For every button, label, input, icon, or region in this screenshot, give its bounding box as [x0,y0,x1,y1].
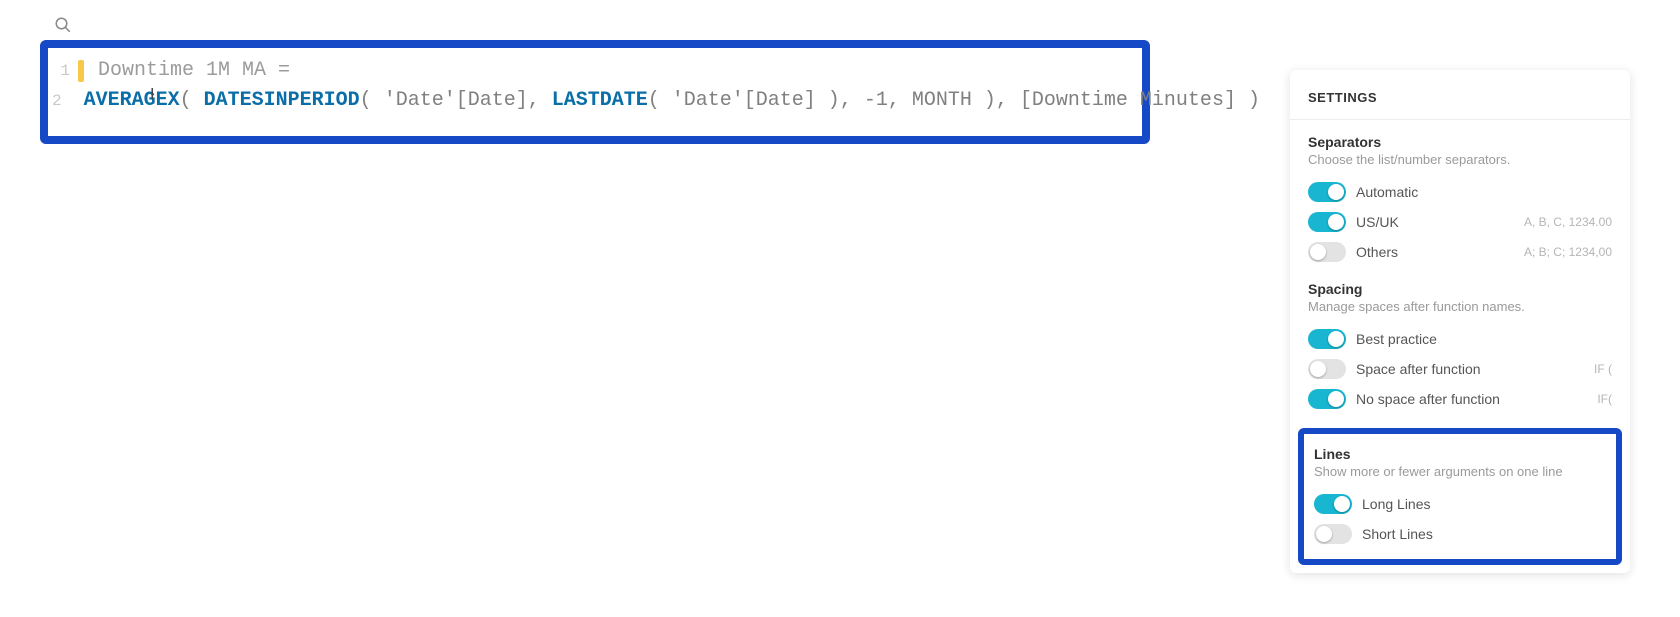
toggle-separators-auto[interactable] [1308,182,1346,202]
lines-group: Lines Show more or fewer arguments on on… [1298,428,1622,565]
gutter-2: 2 [52,88,70,114]
separators-group: Separators Choose the list/number separa… [1308,134,1612,267]
lines-long-row: Long Lines [1314,489,1606,519]
spacing-desc: Manage spaces after function names. [1308,299,1612,314]
code-editor[interactable]: 1 Downtime 1M MA = 2 AVERAGEX( DATESINPE… [40,40,1150,144]
hint-spacing-noafter: IF( [1597,392,1612,406]
separators-desc: Choose the list/number separators. [1308,152,1612,167]
label-separators-auto: Automatic [1356,184,1612,200]
code-text-1: Downtime 1M MA = [98,58,290,84]
gutter-1: 1 [52,58,78,84]
code-line-1[interactable]: 1 Downtime 1M MA = [48,56,1142,86]
label-spacing-best: Best practice [1356,331,1612,347]
line-marker [78,60,84,82]
search-icon[interactable] [54,16,72,39]
label-separators-others: Others [1356,244,1524,260]
lines-desc: Show more or fewer arguments on one line [1314,464,1606,479]
spacing-group: Spacing Manage spaces after function nam… [1308,281,1612,414]
spacing-noafter-row: No space after function IF( [1308,384,1612,414]
separators-auto-row: Automatic [1308,177,1612,207]
label-spacing-noafter: No space after function [1356,391,1597,407]
toggle-separators-usuk[interactable] [1308,212,1346,232]
divider [1290,119,1630,120]
label-lines-long: Long Lines [1362,496,1606,512]
label-spacing-after: Space after function [1356,361,1594,377]
separators-title: Separators [1308,134,1612,150]
toggle-spacing-noafter[interactable] [1308,389,1346,409]
spacing-after-row: Space after function IF ( [1308,354,1612,384]
toggle-lines-long[interactable] [1314,494,1352,514]
hint-separators-usuk: A, B, C, 1234.00 [1524,215,1612,229]
separators-usuk-row: US/UK A, B, C, 1234.00 [1308,207,1612,237]
lines-title: Lines [1314,446,1606,462]
toggle-spacing-best[interactable] [1308,329,1346,349]
separators-others-row: Others A; B; C; 1234,00 [1308,237,1612,267]
label-separators-usuk: US/UK [1356,214,1524,230]
settings-panel: SETTINGS Separators Choose the list/numb… [1290,70,1630,573]
toggle-spacing-after[interactable] [1308,359,1346,379]
hint-separators-others: A; B; C; 1234,00 [1524,245,1612,259]
settings-title: SETTINGS [1308,90,1612,105]
code-line-2[interactable]: 2 AVERAGEX( DATESINPERIOD( 'Date'[Date],… [48,86,1142,116]
spacing-best-row: Best practice [1308,324,1612,354]
spacing-title: Spacing [1308,281,1612,297]
toggle-lines-short[interactable] [1314,524,1352,544]
lines-short-row: Short Lines [1314,519,1606,549]
hint-spacing-after: IF ( [1594,362,1612,376]
label-lines-short: Short Lines [1362,526,1606,542]
code-text-2: AVERAGEX( DATESINPERIOD( 'Date'[Date], L… [84,88,1260,114]
toggle-separators-others[interactable] [1308,242,1346,262]
